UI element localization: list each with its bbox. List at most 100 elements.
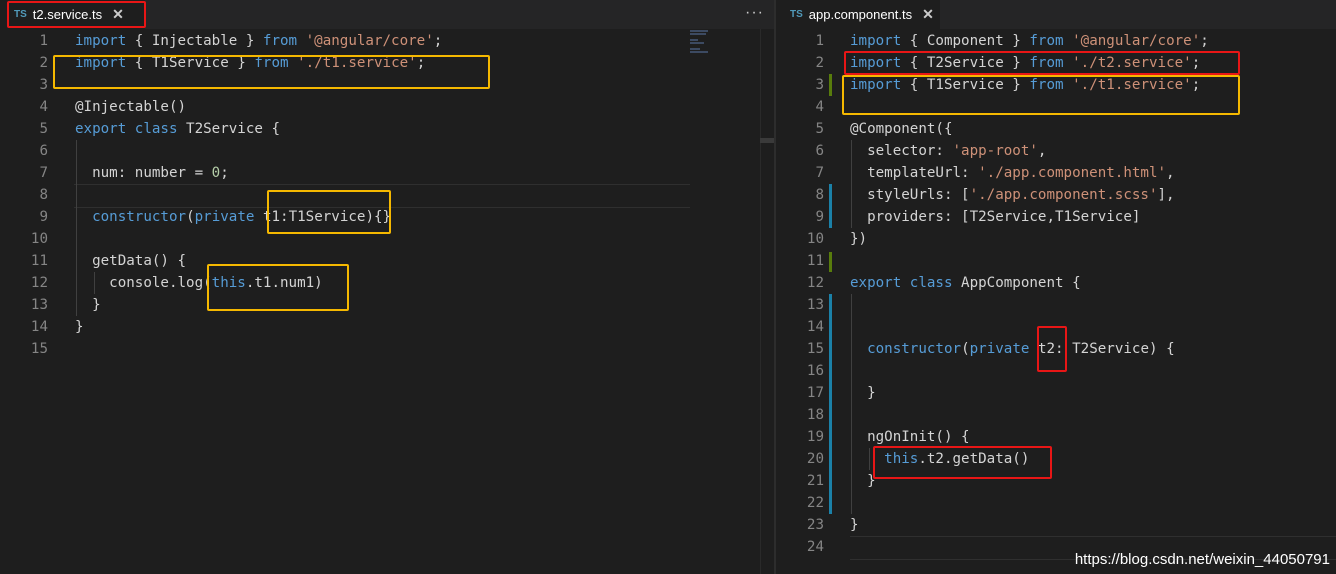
code-token: from xyxy=(254,55,289,71)
indent-guide xyxy=(869,448,870,470)
code-line[interactable] xyxy=(75,338,442,360)
line-number: 13 xyxy=(806,297,824,313)
code-token: { T2Service } xyxy=(909,55,1030,71)
code-token: constructor xyxy=(867,341,962,357)
code-line[interactable] xyxy=(75,74,442,96)
code-token: ; xyxy=(1191,55,1201,71)
code-line[interactable] xyxy=(75,184,442,206)
code-line[interactable]: import { T1Service } from './t1.service'… xyxy=(850,74,1209,96)
code-line[interactable]: } xyxy=(850,514,1209,536)
code-token: }) xyxy=(850,231,868,247)
indent-guide xyxy=(76,140,77,316)
code-line[interactable] xyxy=(850,404,1209,426)
close-icon[interactable]: ✕ xyxy=(112,6,124,23)
line-number: 18 xyxy=(806,407,824,423)
code-token: } xyxy=(850,517,859,533)
code-line[interactable]: import { T1Service } from './t1.service'… xyxy=(75,52,442,74)
code-token: ( xyxy=(961,341,970,357)
code-token: @Component({ xyxy=(850,121,953,137)
code-token: './app.component.html' xyxy=(978,165,1167,181)
code-line[interactable] xyxy=(850,316,1209,338)
line-number: 22 xyxy=(806,495,824,511)
tab-app-component[interactable]: TS app.component.ts ✕ xyxy=(776,0,940,29)
code-line[interactable]: } xyxy=(75,294,442,316)
code-line[interactable]: import { Injectable } from '@angular/cor… xyxy=(75,30,442,52)
line-number: 24 xyxy=(806,539,824,555)
code-line[interactable] xyxy=(850,96,1209,118)
code-token: .t2.getData() xyxy=(918,451,1030,467)
code-line[interactable]: console.log(this.t1.num1) xyxy=(75,272,442,294)
line-number: 2 xyxy=(815,55,824,71)
line-number: 8 xyxy=(815,187,824,203)
code-line[interactable] xyxy=(850,250,1209,272)
tab-title: app.component.ts xyxy=(808,7,913,22)
code-line[interactable] xyxy=(850,492,1209,514)
code-token: from xyxy=(1029,33,1064,49)
code-line[interactable]: import { T2Service } from './t2.service'… xyxy=(850,52,1209,74)
line-number: 14 xyxy=(30,319,48,335)
code-line[interactable]: styleUrls: ['./app.component.scss'], xyxy=(850,184,1209,206)
code-area[interactable]: import { Injectable } from '@angular/cor… xyxy=(75,30,442,360)
code-token: @Injectable() xyxy=(75,99,187,115)
line-number: 5 xyxy=(39,121,48,137)
git-added-marker xyxy=(829,74,832,96)
code-token: export xyxy=(850,275,902,291)
code-line[interactable]: } xyxy=(850,470,1209,492)
code-line[interactable]: export class T2Service { xyxy=(75,118,442,140)
code-line[interactable]: } xyxy=(75,316,442,338)
code-line[interactable]: export class AppComponent { xyxy=(850,272,1209,294)
line-number: 1 xyxy=(815,33,824,49)
indent-guide xyxy=(851,140,852,228)
code-line[interactable]: ngOnInit() { xyxy=(850,426,1209,448)
code-token: { Injectable } xyxy=(134,33,263,49)
code-token: export xyxy=(75,121,127,137)
code-token: } xyxy=(850,385,876,401)
git-added-marker xyxy=(829,252,832,272)
code-line[interactable]: this.t2.getData() xyxy=(850,448,1209,470)
line-number: 2 xyxy=(39,55,48,71)
code-line[interactable]: @Component({ xyxy=(850,118,1209,140)
indent-guide xyxy=(851,294,852,514)
code-line[interactable]: }) xyxy=(850,228,1209,250)
left-tab-bar: TS t2.service.ts ✕ ··· xyxy=(0,0,774,29)
code-token: { Component } xyxy=(909,33,1030,49)
code-line[interactable] xyxy=(75,140,442,162)
code-token: this xyxy=(211,275,246,291)
code-line[interactable]: num: number = 0; xyxy=(75,162,442,184)
code-line[interactable] xyxy=(850,294,1209,316)
code-line[interactable]: @Injectable() xyxy=(75,96,442,118)
code-token: getData() { xyxy=(75,253,187,269)
vertical-scrollbar[interactable] xyxy=(760,29,774,574)
code-token: private xyxy=(194,209,255,225)
code-line[interactable]: selector: 'app-root', xyxy=(850,140,1209,162)
line-number: 19 xyxy=(806,429,824,445)
close-icon[interactable]: ✕ xyxy=(922,6,934,23)
code-line[interactable]: constructor(private t2: T2Service) { xyxy=(850,338,1209,360)
code-line[interactable]: constructor(private t1:T1Service){} xyxy=(75,206,442,228)
code-line[interactable]: providers: [T2Service,T1Service] xyxy=(850,206,1209,228)
minimap[interactable] xyxy=(690,30,735,60)
code-token: 'app-root' xyxy=(952,143,1038,159)
line-number: 3 xyxy=(815,77,824,93)
code-line[interactable] xyxy=(75,228,442,250)
code-token: styleUrls: [ xyxy=(850,187,970,203)
code-token: { T1Service } xyxy=(134,55,255,71)
tab-title: t2.service.ts xyxy=(32,7,103,22)
more-actions-icon[interactable]: ··· xyxy=(745,4,764,22)
tab-t2-service[interactable]: TS t2.service.ts ✕ xyxy=(0,0,145,29)
code-token: import xyxy=(75,55,127,71)
code-line[interactable]: getData() { xyxy=(75,250,442,272)
code-token: ( xyxy=(186,209,195,225)
code-line[interactable]: templateUrl: './app.component.html', xyxy=(850,162,1209,184)
code-line[interactable] xyxy=(850,360,1209,382)
line-number: 12 xyxy=(30,275,48,291)
code-area[interactable]: import { Component } from '@angular/core… xyxy=(850,30,1209,558)
code-line[interactable]: import { Component } from '@angular/core… xyxy=(850,30,1209,52)
scrollbar-thumb[interactable] xyxy=(760,138,774,143)
code-line[interactable]: } xyxy=(850,382,1209,404)
code-token: import xyxy=(850,77,902,93)
typescript-file-icon: TS xyxy=(14,9,27,20)
